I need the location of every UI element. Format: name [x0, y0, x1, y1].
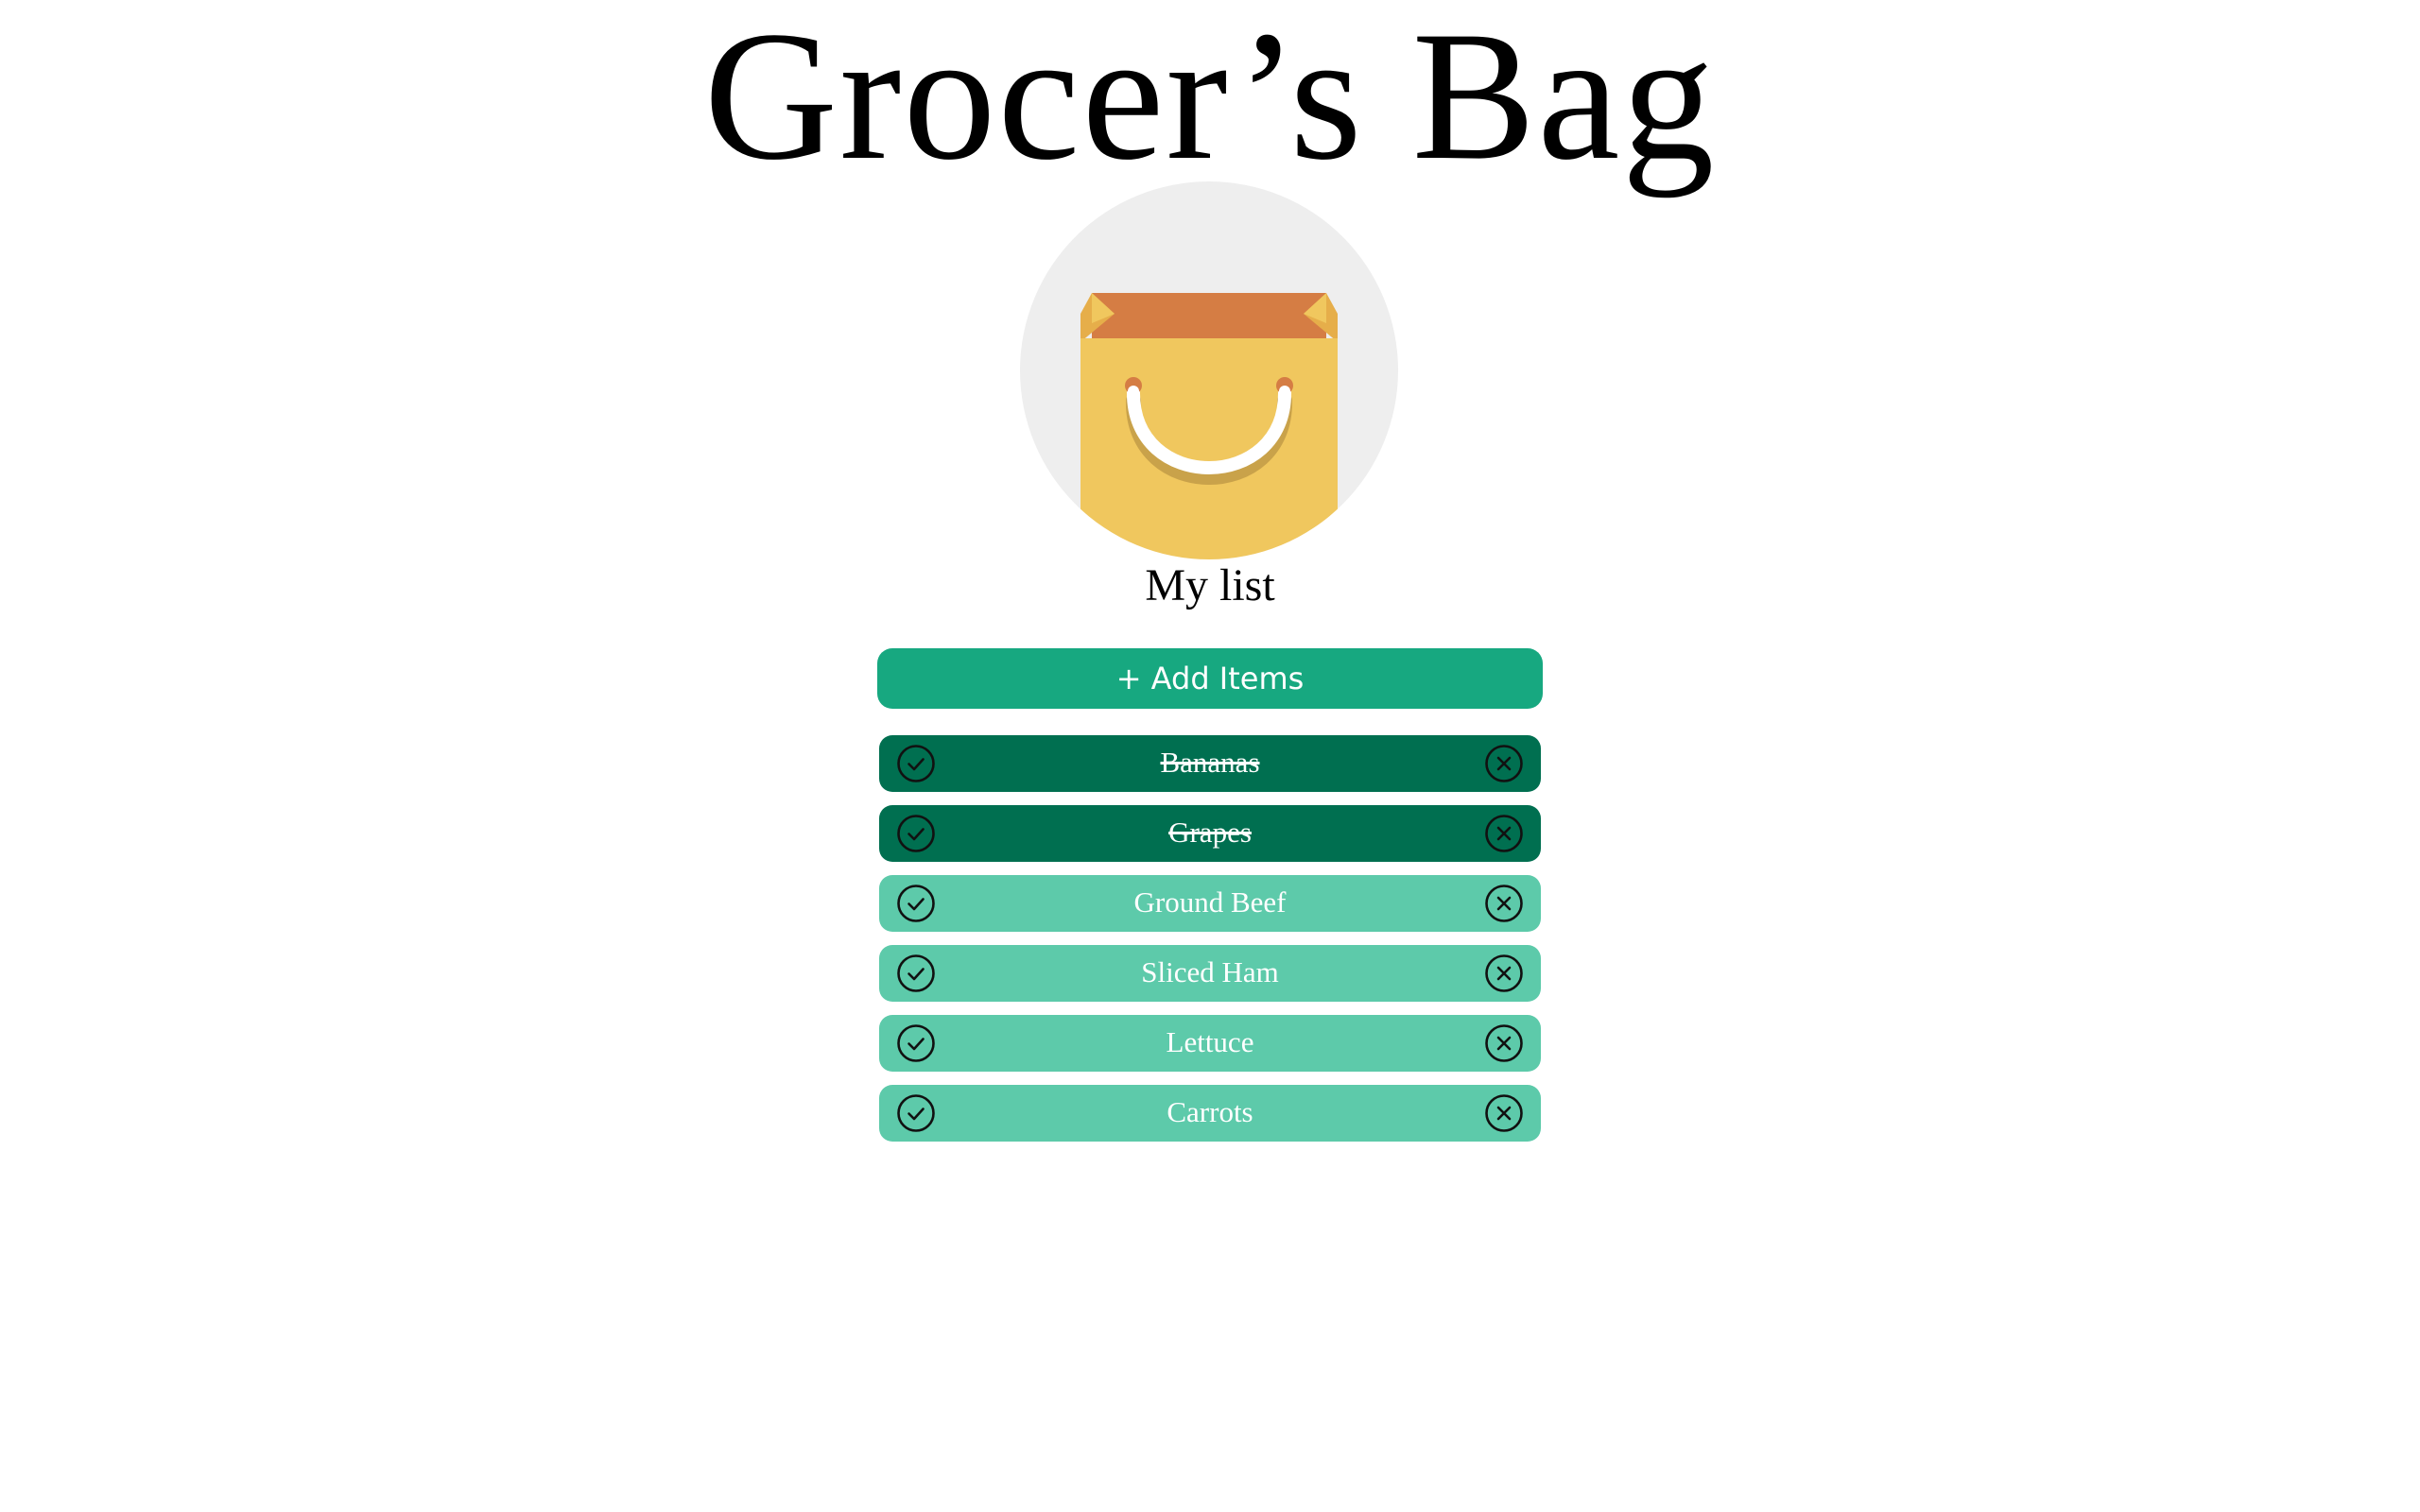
add-items-button[interactable]: + Add Items: [877, 648, 1543, 709]
app-title: Grocer’s Bag: [703, 0, 1717, 198]
check-circle-icon[interactable]: [896, 1093, 936, 1133]
grocery-list: Bananas Grapes Ground Beef Sliced Ham Le…: [879, 735, 1541, 1155]
list-item: Lettuce: [879, 1015, 1541, 1072]
list-item: Sliced Ham: [879, 945, 1541, 1002]
close-circle-icon[interactable]: [1484, 954, 1524, 993]
check-circle-icon[interactable]: [896, 1023, 936, 1063]
check-circle-icon[interactable]: [896, 814, 936, 853]
list-item: Grapes: [879, 805, 1541, 862]
list-item: Ground Beef: [879, 875, 1541, 932]
list-item-label: Bananas: [1160, 746, 1260, 779]
list-title: My list: [1145, 560, 1275, 610]
shopping-bag-icon: [1020, 181, 1398, 559]
close-circle-icon[interactable]: [1484, 814, 1524, 853]
close-circle-icon[interactable]: [1484, 884, 1524, 923]
close-circle-icon[interactable]: [1484, 1093, 1524, 1133]
list-item-label: Grapes: [1168, 816, 1252, 849]
check-circle-icon[interactable]: [896, 954, 936, 993]
check-circle-icon[interactable]: [896, 884, 936, 923]
list-item: Carrots: [879, 1085, 1541, 1142]
list-item-label: Carrots: [1167, 1095, 1253, 1128]
list-item-label: Lettuce: [1166, 1025, 1254, 1058]
list-item: Bananas: [879, 735, 1541, 792]
list-item-label: Ground Beef: [1133, 885, 1287, 919]
close-circle-icon[interactable]: [1484, 744, 1524, 783]
check-circle-icon[interactable]: [896, 744, 936, 783]
close-circle-icon[interactable]: [1484, 1023, 1524, 1063]
list-item-label: Sliced Ham: [1141, 955, 1279, 988]
